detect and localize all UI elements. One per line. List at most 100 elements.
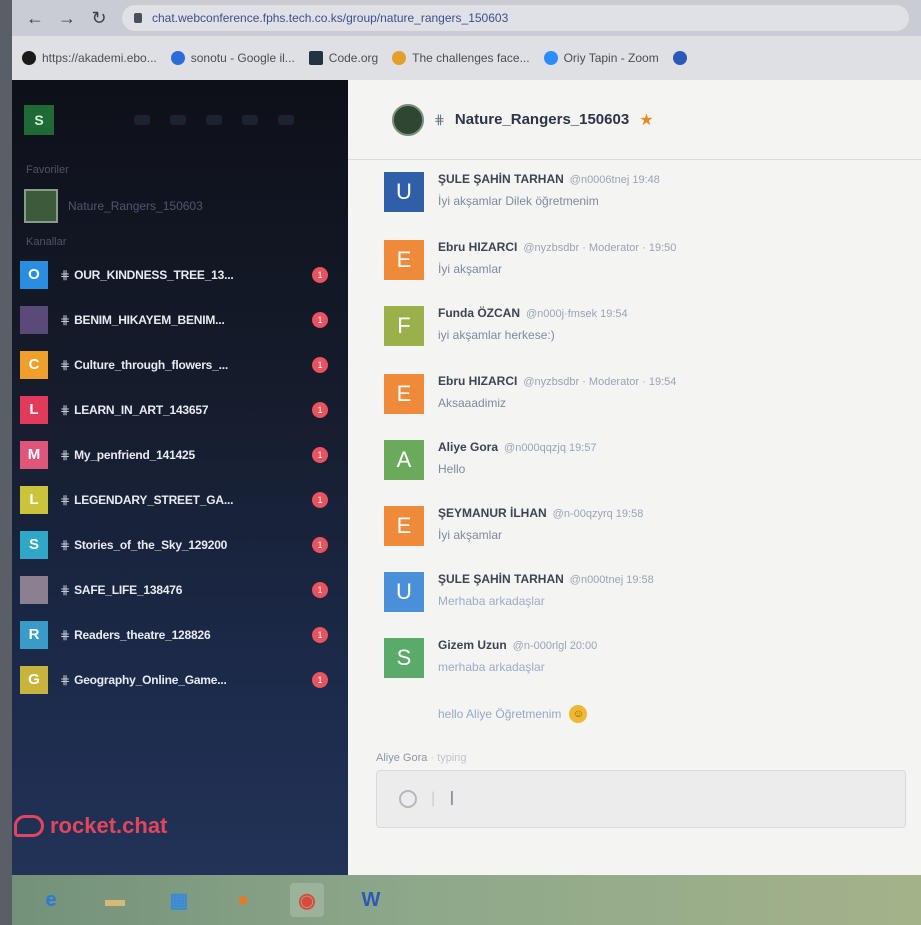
back-button[interactable]: ← — [26, 8, 44, 29]
bookmark-5[interactable] — [672, 51, 687, 65]
channel-name: LEARN_IN_ART_143657 — [74, 402, 209, 417]
address-text: chat.webconference.fphs.tech.co.ks/group… — [152, 11, 509, 25]
unread-badge: 1 — [312, 356, 328, 373]
google-icon — [170, 51, 185, 65]
message-author[interactable]: Ebru HIZARCI — [438, 374, 517, 388]
sidebar-item-channel[interactable]: R ⋕ Readers_theatre_128826 1 — [12, 612, 348, 657]
user-avatar[interactable]: S — [24, 105, 54, 135]
sidebar-item-channel[interactable]: S ⋕ Stories_of_the_Sky_129200 1 — [12, 522, 348, 567]
channel-avatar: G — [20, 665, 48, 694]
message-meta: @n0006tnej 19:48 — [569, 174, 660, 186]
lock-icon — [134, 13, 142, 23]
sidebar-item-channel[interactable]: ⋕ BENIM_HIKAYEM_BENIM... 1 — [12, 297, 348, 342]
bookmark-4[interactable]: Oriy Tapin - Zoom — [543, 51, 659, 65]
sidebar-item-channel[interactable]: L ⋕ LEGENDARY_STREET_GA... 1 — [12, 477, 348, 522]
message-text: İyi akşamlar — [438, 528, 503, 542]
message-meta: @n000qqzjq 19:57 — [504, 442, 597, 454]
sidebar-item-favorite[interactable]: Nature_Rangers_150603 — [12, 180, 348, 232]
hash-icon: ⋕ — [60, 447, 71, 462]
hash-icon: ⋕ — [60, 672, 71, 687]
room-avatar — [24, 189, 58, 223]
brand-name: rocket.chat — [50, 813, 168, 838]
create-icon[interactable] — [278, 115, 294, 125]
message-author[interactable]: Gizem Uzun — [438, 638, 507, 652]
chrome-icon[interactable]: ◉ — [290, 883, 324, 917]
message-author[interactable]: ŞULE ŞAHİN TARHAN — [438, 572, 564, 586]
message-author[interactable]: ŞULE ŞAHİN TARHAN — [438, 172, 564, 186]
unread-badge: 1 — [312, 626, 328, 643]
unread-badge: 1 — [312, 401, 328, 418]
reload-button[interactable]: ↻ — [90, 8, 108, 29]
message-author[interactable]: ŞEYMANUR İLHAN — [438, 506, 547, 520]
internet-explorer-icon[interactable]: e — [34, 883, 68, 917]
channel-name: SAFE_LIFE_138476 — [74, 582, 183, 597]
bookmark-3[interactable]: The challenges face... — [392, 51, 530, 65]
smiley-emoji-icon: ☺ — [569, 705, 588, 723]
hash-icon: ⋕ — [60, 582, 71, 597]
channel-avatar: C — [20, 350, 48, 379]
message: E Ebru HIZARCI @nyzbsdbr · Moderator · 19… — [384, 240, 676, 280]
channel-name: My_penfriend_141425 — [74, 447, 195, 462]
bookmark-label: Code.org — [328, 51, 379, 65]
message-author[interactable]: Ebru HIZARCI — [438, 240, 517, 254]
file-explorer-icon[interactable]: ▬ — [98, 883, 132, 917]
forward-button[interactable]: → — [58, 8, 76, 29]
user-avatar[interactable]: A — [384, 440, 424, 480]
sidebar-item-channel[interactable]: O ⋕ OUR_KINDNESS_TREE_13... 1 — [12, 252, 348, 297]
emoji-picker-icon[interactable] — [399, 790, 417, 808]
channel-avatar: L — [20, 395, 48, 424]
search-icon[interactable] — [170, 115, 186, 125]
bookmark-1[interactable]: sonotu - Google il... — [170, 51, 295, 65]
channels-heading: Kanallar — [26, 236, 67, 248]
bookmark-2[interactable]: Code.org — [308, 51, 379, 65]
screen: ← → ↻ chat.webconference.fphs.tech.co.ks… — [12, 0, 921, 925]
channel-avatar: L — [20, 485, 48, 514]
message-author[interactable]: Aliye Gora — [438, 440, 498, 454]
bookmark-label: The challenges face... — [412, 51, 530, 65]
sidebar-item-channel[interactable]: C ⋕ Culture_through_flowers_... 1 — [12, 342, 348, 387]
user-avatar[interactable]: E — [384, 506, 424, 546]
hash-icon: ⋕ — [60, 537, 71, 552]
user-avatar[interactable]: E — [384, 240, 424, 280]
message-continuation: hello Aliye Öğretmenim ☺ — [438, 705, 588, 723]
user-avatar[interactable]: U — [384, 572, 424, 612]
message: E ŞEYMANUR İLHAN @n-00qzyrq 19:58 İyi akş… — [384, 506, 643, 546]
home-icon[interactable] — [134, 115, 150, 125]
hash-icon: ⋕ — [60, 357, 71, 372]
message: E Ebru HIZARCI @nyzbsdbr · Moderator · 19… — [384, 374, 676, 414]
bookmark-label: sonotu - Google il... — [190, 51, 295, 65]
channel-name: BENIM_HIKAYEM_BENIM... — [74, 312, 225, 327]
typing-indicator: Aliye Gora · typing — [376, 752, 467, 764]
hash-icon: ⋕ — [60, 492, 71, 507]
sidebar-header: S — [12, 80, 348, 160]
favorite-star-icon[interactable]: ★ — [639, 110, 653, 130]
word-icon[interactable]: W — [354, 883, 388, 917]
unread-badge: 1 — [312, 491, 328, 508]
sidebar-item-channel[interactable]: L ⋕ LEARN_IN_ART_143657 1 — [12, 387, 348, 432]
control-panel-icon[interactable]: ▦ — [162, 883, 196, 917]
typing-user: Aliye Gora — [376, 752, 428, 764]
directory-icon[interactable] — [206, 115, 222, 125]
sidebar-item-channel[interactable]: M ⋕ My_penfriend_141425 1 — [12, 432, 348, 477]
user-avatar[interactable]: U — [384, 172, 424, 212]
sidebar-item-channel[interactable]: G ⋕ Geography_Online_Game... 1 — [12, 657, 348, 702]
user-avatar[interactable]: S — [384, 638, 424, 678]
user-avatar[interactable]: F — [384, 306, 424, 346]
message-meta: @n-00qzyrq 19:58 — [552, 508, 644, 520]
message-author[interactable]: Funda ÖZCAN — [438, 306, 520, 320]
browser-toolbar: ← → ↻ chat.webconference.fphs.tech.co.ks… — [12, 0, 921, 36]
user-avatar[interactable]: E — [384, 374, 424, 414]
message-composer[interactable]: | I — [376, 770, 906, 828]
message-text: Hello — [438, 462, 466, 476]
message-text: İyi akşamlar — [438, 262, 503, 276]
channel-avatar — [20, 575, 48, 604]
channel-name: OUR_KINDNESS_TREE_13... — [74, 267, 234, 282]
bookmark-0[interactable]: https://akademi.ebo... — [22, 51, 157, 65]
sort-icon[interactable] — [242, 115, 258, 125]
unread-badge: 1 — [312, 671, 328, 688]
rocket-chat-logo: rocket.chat — [12, 813, 167, 839]
sidebar-item-channel[interactable]: ⋕ SAFE_LIFE_138476 1 — [12, 567, 348, 612]
media-player-icon[interactable]: ● — [226, 883, 260, 917]
hash-icon: ⋕ — [60, 312, 71, 327]
address-bar[interactable]: chat.webconference.fphs.tech.co.ks/group… — [122, 5, 909, 31]
